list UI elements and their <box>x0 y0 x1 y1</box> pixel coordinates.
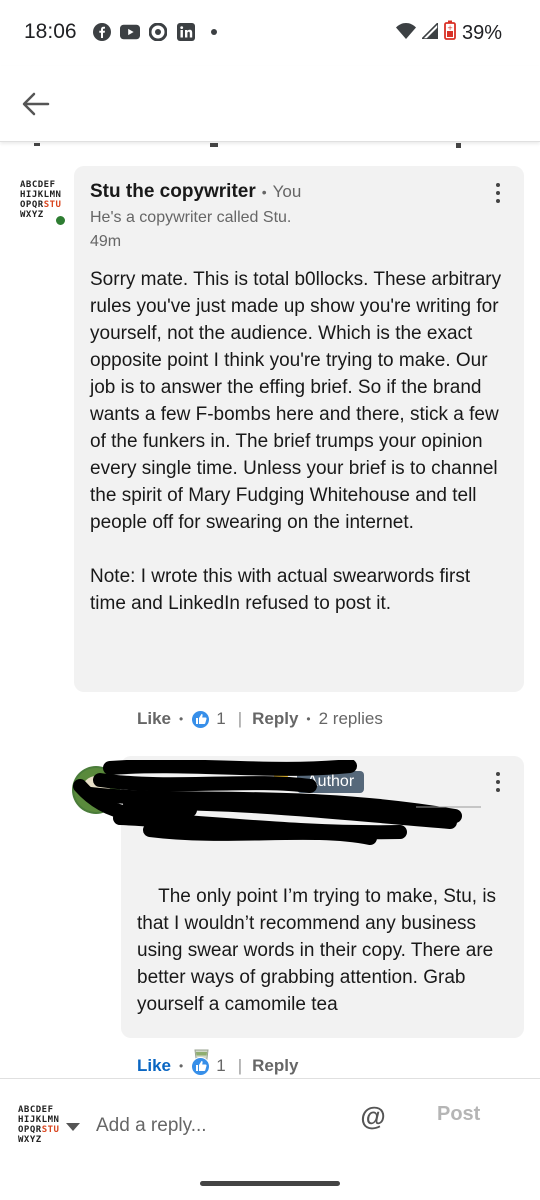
replies-link[interactable]: 2 replies <box>319 709 383 729</box>
like-count: 1 <box>216 709 226 728</box>
battery-icon: + <box>444 20 456 46</box>
more-options-icon[interactable] <box>486 767 510 797</box>
post-button[interactable]: Post <box>437 1103 480 1126</box>
comment-name-row: Stu the copywriter • You <box>90 181 302 203</box>
thumbs-up-icon[interactable] <box>191 1056 211 1076</box>
like-button[interactable]: Like <box>137 1056 171 1076</box>
svg-text:+: + <box>447 24 453 32</box>
home-indicator[interactable] <box>200 1181 340 1186</box>
back-arrow-icon <box>22 92 50 116</box>
clipped-previous-content <box>0 142 540 154</box>
signal-icon <box>420 20 439 45</box>
linkedin-icon <box>176 22 196 42</box>
status-bar: 18:06 + 39% <box>0 0 540 66</box>
facebook-icon <box>92 22 112 42</box>
relation-tag: You <box>272 182 302 201</box>
youtube-icon <box>120 22 140 42</box>
redacted-headline-fragment <box>196 800 486 817</box>
comment-timestamp: 49m <box>90 233 122 250</box>
thumbs-up-icon[interactable] <box>191 709 211 729</box>
chrome-icon <box>148 22 168 42</box>
like-count: 1 <box>216 1056 226 1075</box>
status-right: + 39% <box>395 20 502 46</box>
reply-actions: Like • 1 | Reply <box>137 1056 299 1076</box>
more-options-icon[interactable] <box>486 178 510 208</box>
reply-button[interactable]: Reply <box>252 1056 298 1076</box>
reply-button[interactable]: Reply <box>252 709 298 729</box>
reply-text: The only point I’m trying to make, Stu, … <box>137 886 502 1015</box>
commenter-name[interactable]: Stu the copywriter <box>90 181 256 203</box>
status-time: 18:06 <box>24 20 77 43</box>
more-notifications-dot <box>204 22 224 42</box>
commenter-headline: He's a copywriter called Stu. <box>90 209 292 226</box>
avatar[interactable]: ABCDEF HIJKLMN OPQRSTU WXYZ <box>20 180 61 220</box>
wifi-icon <box>395 22 416 45</box>
comment-text: Sorry mate. This is total b0llocks. Thes… <box>90 269 502 614</box>
online-status-dot <box>54 214 67 227</box>
back-button[interactable] <box>18 86 54 122</box>
like-button[interactable]: Like <box>137 709 171 729</box>
notification-icons <box>92 22 224 42</box>
battery-percent: 39% <box>461 21 502 44</box>
app-header <box>0 66 540 142</box>
composer-avatar[interactable]: ABCDEF HIJKLMN OPQRSTU WXYZ <box>18 1105 59 1145</box>
comment-actions: Like • 1 | Reply • 2 replies <box>137 709 383 729</box>
chevron-down-icon[interactable] <box>66 1123 80 1131</box>
reply-input[interactable]: Add a reply... <box>96 1115 207 1137</box>
mention-button[interactable]: @ <box>356 1099 390 1133</box>
